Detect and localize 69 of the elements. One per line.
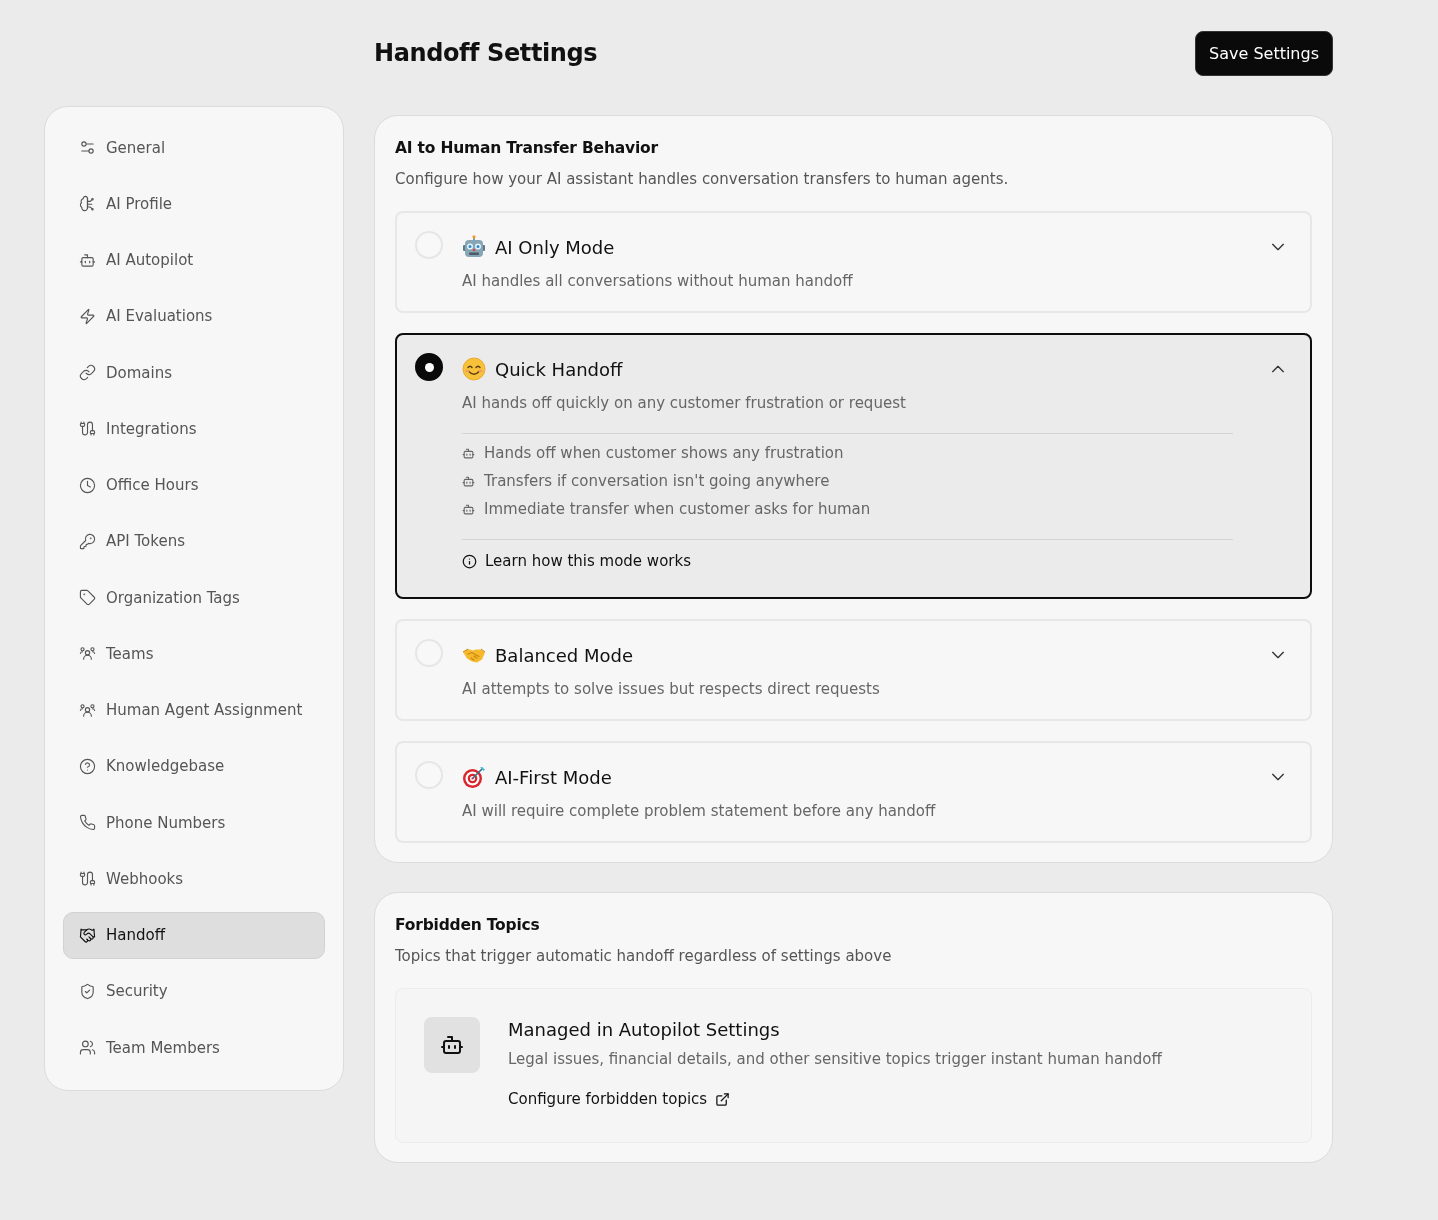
sidebar-item[interactable]: Webhooks [63, 855, 325, 903]
handshake-icon [79, 926, 96, 944]
sidebar-item[interactable]: AI Autopilot [63, 236, 325, 284]
sidebar-item[interactable]: Handoff [63, 911, 325, 959]
save-button[interactable]: Save Settings [1195, 30, 1333, 76]
section-title: Forbidden Topics [395, 915, 541, 936]
users-icon [79, 1039, 96, 1056]
mode-title: AI-First Mode [495, 766, 612, 788]
section-title: AI to Human Transfer Behavior [395, 138, 659, 159]
sidebar-item[interactable]: Teams [63, 630, 325, 678]
feature-text: Hands off when customer shows any frustration [484, 443, 844, 463]
section-description: Topics that trigger automatic handoff regardless of settings above [395, 946, 893, 966]
mode-option-card[interactable]: AI Only Mode AI handles all conversations without human handoff [395, 211, 1312, 313]
sidebar-item[interactable]: General [63, 124, 325, 171]
mode-description: AI hands off quickly on any customer frustration or request [462, 393, 907, 413]
section-description: Configure how your AI assistant handles conversation transfers to human agents. [395, 169, 1010, 189]
clock-icon [79, 476, 96, 494]
sidebar-item[interactable]: Organization Tags [63, 574, 325, 621]
sidebar-item[interactable]: Office Hours [63, 461, 325, 509]
sidebar-item[interactable]: Security [63, 967, 325, 1015]
key-icon [79, 532, 96, 550]
mode-title: AI Only Mode [495, 236, 615, 258]
panel-description: Legal issues, financial details, and other sensitive topics trigger instant human handoff [508, 1049, 1162, 1069]
sidebar-item[interactable]: Human Agent Assignment [63, 686, 325, 734]
phone-icon [79, 814, 96, 831]
sidebar-item[interactable]: Team Members [63, 1024, 325, 1071]
target-icon [462, 765, 486, 789]
learn-more-link[interactable]: Learn how this mode works [462, 549, 691, 573]
lightning-icon [79, 307, 96, 325]
link-icon [79, 364, 96, 381]
configure-link[interactable]: Configure forbidden topics [508, 1088, 731, 1110]
mode-description: AI will require complete problem statement before any handoff [462, 801, 937, 821]
mode-title: Quick Handoff [495, 358, 623, 380]
sidebar-item[interactable]: API Tokens [63, 517, 325, 565]
sidebar-item[interactable]: AI Profile [63, 180, 325, 228]
robot-icon [462, 446, 475, 460]
mode-option-card[interactable] [395, 333, 1312, 599]
mode-option-card[interactable]: Balanced Mode AI attempts to solve issues but respects direct requests [395, 619, 1312, 721]
people-icon [79, 701, 96, 719]
robot-icon [462, 502, 475, 516]
sidebar-item[interactable]: AI Evaluations [63, 292, 325, 340]
external-link-icon [715, 1091, 731, 1107]
mode-title: Balanced Mode [495, 644, 633, 666]
sidebar-item[interactable]: Integrations [63, 405, 325, 453]
panel-title: Managed in Autopilot Settings [508, 1018, 780, 1042]
people-icon [79, 645, 96, 663]
plug-icon [79, 420, 96, 438]
brain-icon [79, 195, 96, 213]
radio-button-checked[interactable] [415, 353, 443, 381]
robot-icon [462, 474, 475, 488]
mode-description: AI handles all conversations without human handoff [462, 271, 854, 291]
info-icon [462, 553, 477, 569]
sidebar-item[interactable]: Phone Numbers [63, 799, 325, 846]
sidebar-item[interactable]: Knowledgebase [63, 742, 325, 790]
feature-text: Immediate transfer when customer asks for human [484, 499, 871, 519]
sliders-icon [79, 139, 96, 156]
robot-icon [424, 1017, 480, 1073]
sidebar-item[interactable]: Domains [63, 349, 325, 396]
plug-icon [79, 870, 96, 888]
mode-description: AI attempts to solve issues but respects direct requests [462, 679, 881, 699]
question-circle-icon [79, 757, 96, 775]
mode-option-card[interactable]: AI-First Mode AI will require complete problem statement before any handoff [395, 741, 1312, 843]
smiling-face-icon [462, 357, 486, 381]
shield-check-icon [79, 982, 96, 1000]
robot-icon [79, 251, 96, 269]
page-title: Handoff Settings [374, 39, 598, 67]
robot-face-icon [462, 235, 486, 259]
feature-text: Transfers if conversation isn't going anywhere [484, 471, 830, 491]
tag-icon [79, 589, 96, 606]
